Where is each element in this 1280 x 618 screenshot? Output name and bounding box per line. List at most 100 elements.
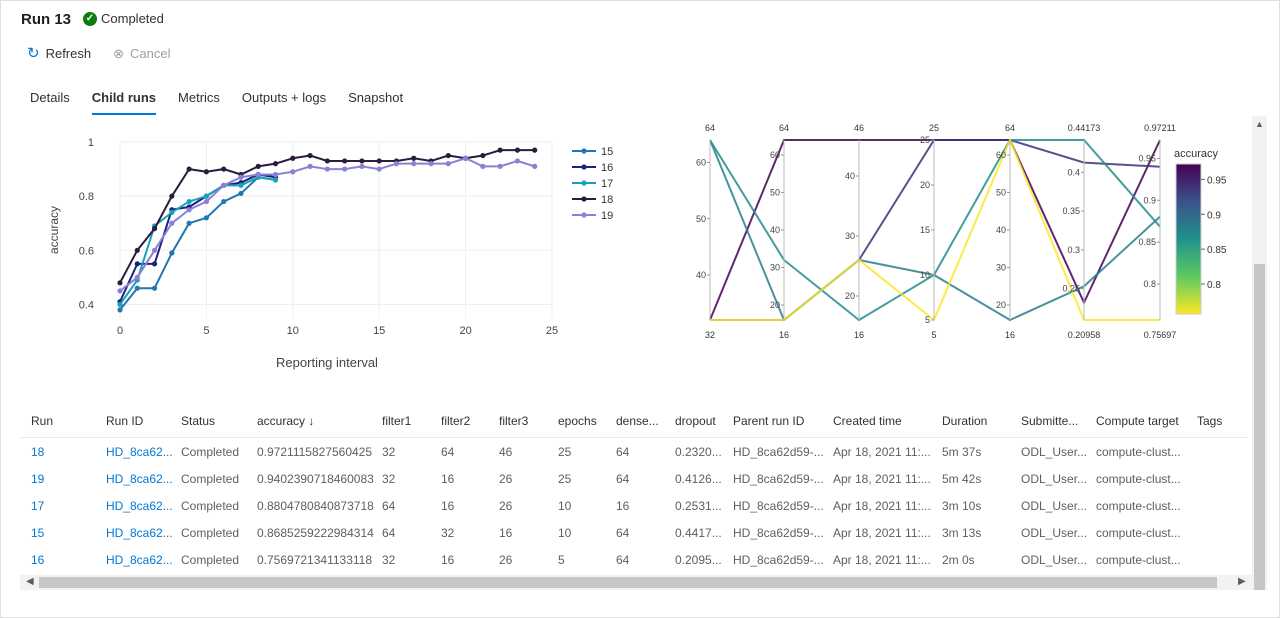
column-header-10[interactable]: Parent run ID [733, 414, 804, 428]
table-cell: ODL_User... [1021, 499, 1088, 513]
run-id-link[interactable]: HD_8ca62... [106, 499, 173, 513]
data-point [117, 280, 123, 286]
pc-tick-label: 10 [920, 270, 930, 280]
table-cell: compute-clust... [1096, 526, 1181, 540]
table-cell: 32 [441, 526, 455, 540]
x-tick-label: 25 [546, 325, 558, 337]
column-header-1[interactable]: Run ID [106, 414, 143, 428]
pc-axis-min-label: 32 [705, 330, 715, 340]
vertical-scroll-thumb[interactable] [1254, 264, 1265, 590]
column-header-11[interactable]: Created time [833, 414, 902, 428]
table-cell: 26 [499, 499, 513, 513]
pc-tick-label: 40 [696, 270, 706, 280]
data-point [117, 288, 123, 294]
run-link[interactable]: 17 [31, 499, 44, 513]
data-point [497, 163, 503, 169]
column-header-14[interactable]: Compute target [1096, 414, 1179, 428]
pc-axis-max-label: 0.44173 [1068, 123, 1101, 133]
x-tick-label: 5 [203, 325, 209, 337]
refresh-button[interactable]: ↻ Refresh [27, 44, 91, 62]
run-link[interactable]: 18 [31, 445, 44, 459]
table-row[interactable]: 18 HD_8ca62... Completed 0.9721115827560425… [20, 438, 1248, 465]
colorbar [1175, 163, 1202, 315]
column-header-2[interactable]: Status [181, 414, 215, 428]
run-id-link[interactable]: HD_8ca62... [106, 553, 173, 567]
data-point [186, 207, 192, 213]
status-badge: ✓ Completed [83, 11, 164, 26]
legend-marker [581, 196, 587, 202]
data-point [255, 163, 261, 169]
colorbar-title: accuracy [1174, 148, 1219, 160]
column-header-8[interactable]: dense... [616, 414, 659, 428]
table-cell: compute-clust... [1096, 472, 1181, 486]
pc-tick-label: 50 [996, 188, 1006, 198]
column-header-5[interactable]: filter2 [441, 414, 470, 428]
run-link[interactable]: 19 [31, 472, 44, 486]
scroll-up-icon[interactable]: ▲ [1255, 119, 1264, 129]
data-point [151, 285, 158, 291]
cancel-icon: ⊗ [113, 45, 125, 61]
column-header-4[interactable]: filter1 [382, 414, 411, 428]
table-cell: 16 [616, 499, 630, 513]
table-row[interactable]: 15 HD_8ca62... Completed 0.8685259222984314… [20, 519, 1248, 546]
table-cell: Apr 18, 2021 11:... [833, 472, 931, 486]
pc-axis-max-label: 64 [705, 123, 715, 133]
tab-snapshot[interactable]: Snapshot [348, 90, 403, 115]
run-link[interactable]: 16 [31, 553, 44, 567]
table-cell: 64 [616, 553, 630, 567]
data-point [480, 152, 486, 159]
table-row[interactable]: 19 HD_8ca62... Completed 0.9402390718460083… [20, 465, 1248, 492]
pc-axis-min-label: 5 [931, 330, 936, 340]
data-point [272, 161, 279, 167]
horizontal-scrollbar[interactable]: ◀ ▶ [20, 575, 1252, 590]
pc-tick-label: 25 [920, 135, 930, 145]
data-point [221, 198, 227, 205]
scroll-left-icon[interactable]: ◀ [26, 576, 34, 587]
x-tick-label: 10 [287, 325, 299, 337]
run-link[interactable]: 15 [31, 526, 44, 540]
vertical-scrollbar[interactable]: ▲ [1252, 116, 1267, 590]
table-row[interactable]: 16 HD_8ca62... Completed 0.7569721341133118… [20, 546, 1248, 573]
status-label: Completed [101, 11, 164, 26]
table-cell: 64 [382, 499, 396, 513]
y-tick-label: 1 [88, 137, 94, 149]
table-cell: Completed [181, 472, 240, 486]
column-header-0[interactable]: Run [31, 414, 53, 428]
tab-metrics[interactable]: Metrics [178, 90, 220, 115]
legend-label-17: 17 [601, 178, 613, 190]
data-point [272, 171, 279, 178]
data-point [221, 166, 227, 172]
column-header-15[interactable]: Tags [1197, 414, 1222, 428]
column-header-7[interactable]: epochs [558, 414, 597, 428]
data-point [117, 307, 123, 313]
column-header-9[interactable]: dropout [675, 414, 716, 428]
horizontal-scroll-thumb[interactable] [39, 577, 1217, 588]
column-header-12[interactable]: Duration [942, 414, 987, 428]
table-row[interactable]: 17 HD_8ca62... Completed 0.8804780840873718… [20, 492, 1248, 519]
column-header-6[interactable]: filter3 [499, 414, 528, 428]
tab-outputs-logs[interactable]: Outputs + logs [242, 90, 326, 115]
data-point [324, 166, 330, 172]
tab-details[interactable]: Details [30, 90, 70, 115]
pc-tick-label: 5 [925, 315, 930, 325]
x-axis-label: Reporting interval [276, 355, 378, 370]
pc-tick-label: 60 [770, 150, 780, 160]
pc-tick-label: 50 [770, 188, 780, 198]
pc-tick-label: 0.9 [1143, 195, 1156, 205]
scroll-right-icon[interactable]: ▶ [1238, 576, 1246, 587]
table-cell: 0.2320... [675, 445, 722, 459]
run-id-link[interactable]: HD_8ca62... [106, 445, 173, 459]
table-cell: 32 [382, 553, 396, 567]
tab-child-runs[interactable]: Child runs [91, 90, 157, 115]
pc-tick-label: 20 [845, 291, 855, 301]
table-cell: HD_8ca62d59-... [733, 445, 824, 459]
column-header-3[interactable]: accuracy ↓ [257, 414, 314, 428]
run-id-link[interactable]: HD_8ca62... [106, 472, 173, 486]
legend-marker [581, 148, 587, 154]
column-header-13[interactable]: Submitte... [1021, 414, 1078, 428]
cancel-button[interactable]: ⊗ Cancel [113, 46, 170, 61]
pc-tick-label: 0.8 [1143, 279, 1156, 289]
x-tick-label: 0 [117, 325, 123, 337]
refresh-icon: ↻ [27, 44, 40, 62]
run-id-link[interactable]: HD_8ca62... [106, 526, 173, 540]
